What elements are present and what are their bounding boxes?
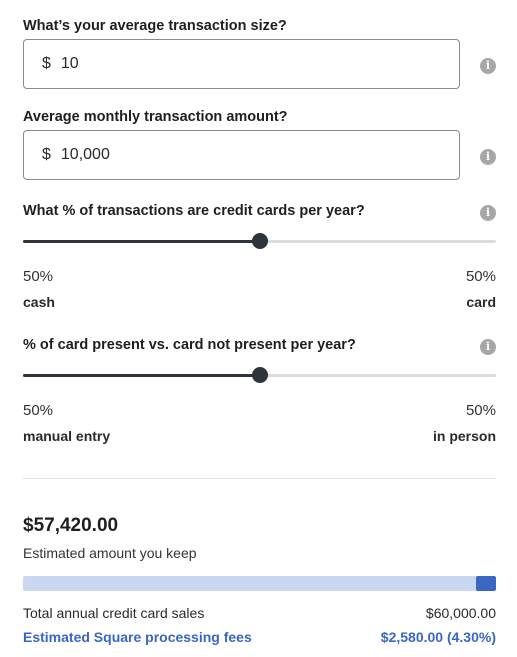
processing-fees-label: Estimated Square processing fees	[23, 629, 252, 645]
currency-symbol: $	[42, 146, 51, 163]
manual-entry-percent: 50%	[23, 402, 54, 419]
section-divider	[23, 478, 496, 479]
present-slider-label: % of card present vs. card not present p…	[23, 337, 356, 353]
cash-percent: 50%	[23, 268, 54, 285]
present-slider-thumb[interactable]	[252, 367, 268, 383]
credit-slider-thumb[interactable]	[252, 233, 268, 249]
total-sales-value: $60,000.00	[425, 605, 496, 621]
kept-amount-label: Estimated amount you keep	[23, 545, 197, 561]
kept-vs-fees-bar	[23, 576, 496, 591]
info-icon[interactable]: i	[480, 149, 496, 165]
in-person-percent: 50%	[465, 402, 496, 419]
kept-amount: $57,420.00	[23, 515, 119, 536]
fees-bar-segment	[476, 576, 496, 591]
processing-fees-value: $2,580.00 (4.30%)	[380, 629, 496, 645]
credit-slider-label: What % of transactions are credit cards …	[23, 203, 365, 219]
avg-transaction-label: What’s your average transaction size?	[23, 18, 287, 34]
monthly-amount-value: 10,000	[60, 146, 110, 163]
info-icon[interactable]: i	[480, 339, 496, 355]
manual-entry-label: manual entry	[23, 428, 111, 444]
credit-slider-fill	[23, 240, 260, 243]
credit-slider[interactable]	[23, 233, 496, 249]
avg-transaction-input[interactable]: $ 10	[23, 39, 460, 89]
in-person-label: in person	[432, 428, 496, 444]
info-icon[interactable]: i	[480, 205, 496, 221]
total-sales-label: Total annual credit card sales	[23, 605, 205, 621]
card-label: card	[466, 294, 496, 310]
present-slider[interactable]	[23, 367, 496, 383]
info-icon[interactable]: i	[480, 58, 496, 74]
monthly-amount-label: Average monthly transaction amount?	[23, 109, 288, 125]
monthly-amount-input[interactable]: $ 10,000	[23, 130, 460, 180]
present-slider-fill	[23, 374, 260, 377]
card-percent: 50%	[465, 268, 496, 285]
currency-symbol: $	[42, 55, 51, 72]
cash-label: cash	[23, 294, 55, 310]
avg-transaction-value: 10	[60, 55, 79, 72]
